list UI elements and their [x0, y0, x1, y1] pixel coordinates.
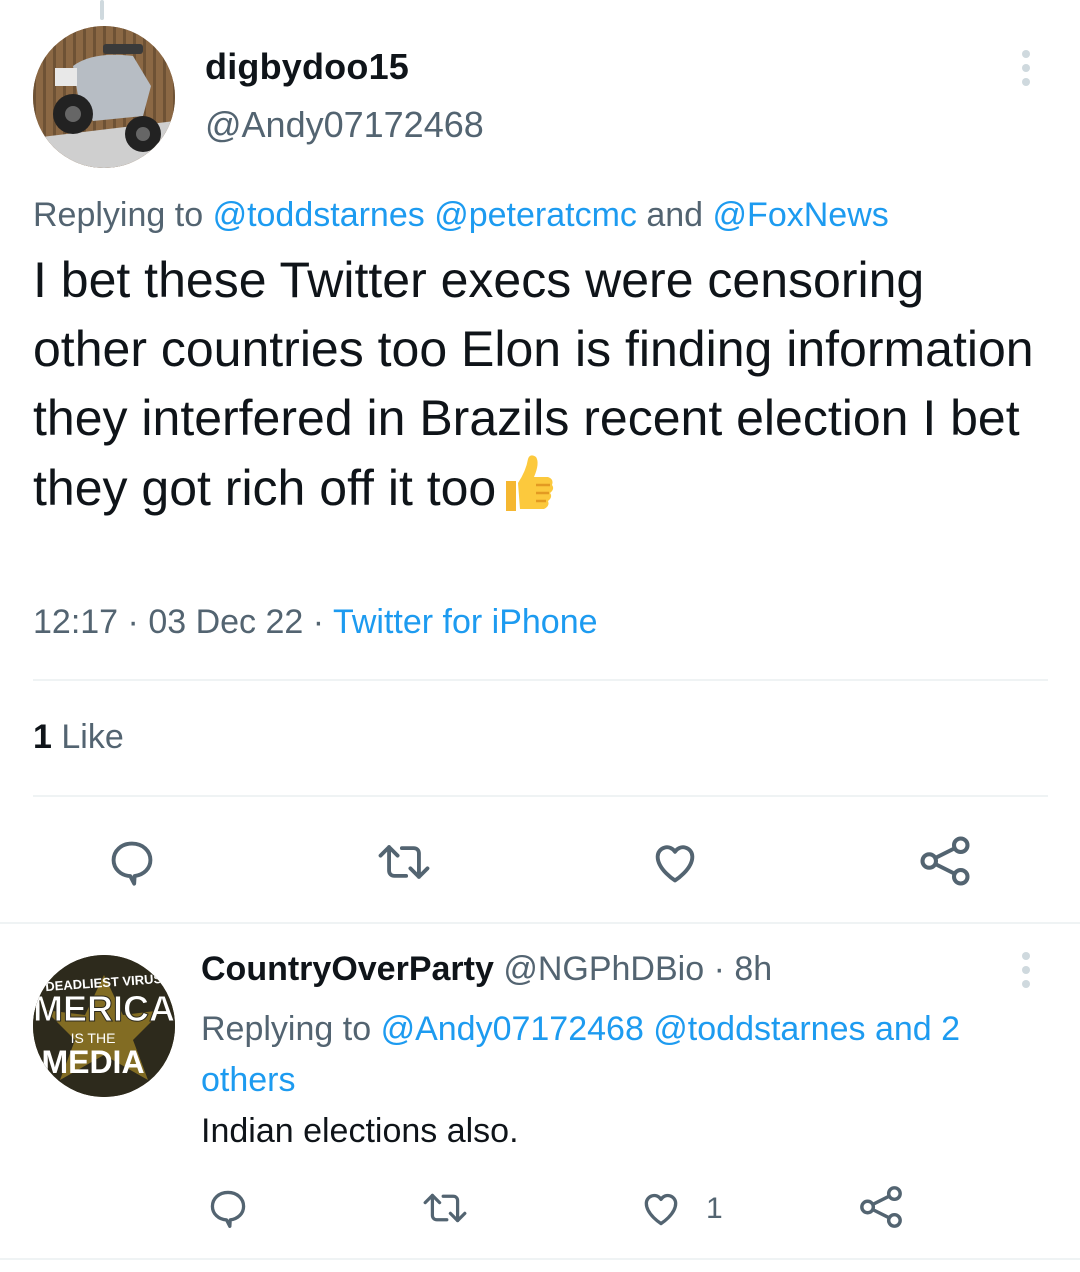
reply-like-count: 1: [706, 1192, 723, 1225]
mention-link[interactable]: @Andy07172468 @toddstarnes: [381, 1010, 866, 1048]
reply-icon[interactable]: [206, 1186, 250, 1230]
tweet-time: 12:17: [33, 603, 119, 641]
mention-link[interactable]: @toddstarnes: [213, 196, 425, 234]
avatar-text: MERICA: [33, 988, 175, 1029]
more-options-icon[interactable]: [1013, 950, 1039, 990]
divider: [0, 922, 1080, 924]
like-count: 1: [33, 718, 52, 756]
share-icon[interactable]: [858, 1184, 904, 1230]
reply-replying-to: Replying to @Andy07172468 @toddstarnes a…: [201, 1004, 1051, 1106]
like-icon[interactable]: [638, 1186, 684, 1230]
replying-and: and: [874, 1010, 932, 1048]
divider: [33, 679, 1048, 681]
separator: ·: [127, 603, 139, 641]
user-handle[interactable]: @Andy07172468: [205, 104, 484, 146]
reply-header: CountryOverParty @NGPhDBio · 8h: [201, 950, 772, 989]
reply-display-name[interactable]: CountryOverParty: [201, 950, 494, 988]
more-options-icon[interactable]: [1013, 48, 1039, 88]
like-icon[interactable]: [648, 836, 702, 888]
reply-handle[interactable]: @NGPhDBio: [503, 950, 704, 988]
replying-to: Replying to @toddstarnes @peteratcmc and…: [33, 196, 889, 235]
separator: ·: [312, 603, 325, 641]
mention-link[interactable]: @peteratcmc: [434, 196, 637, 234]
replying-and: and: [646, 196, 704, 234]
avatar-text: MEDIA: [41, 1044, 144, 1080]
tweet-meta: 12:17 · 03 Dec 22 · Twitter for iPhone: [33, 603, 598, 642]
share-icon[interactable]: [918, 834, 972, 888]
thread-connector: [100, 0, 104, 20]
reply-icon[interactable]: [106, 836, 158, 888]
tweet-source-link[interactable]: Twitter for iPhone: [333, 603, 598, 641]
replying-prefix: Replying to: [201, 1010, 372, 1048]
divider: [33, 795, 1048, 797]
divider: [0, 1258, 1080, 1260]
reply-age[interactable]: 8h: [734, 950, 772, 988]
avatar[interactable]: [33, 26, 175, 168]
display-name[interactable]: digbydoo15: [205, 46, 409, 88]
reply-avatar[interactable]: DEADLIEST VIRUS MERICA IS THE MEDIA: [33, 955, 175, 1097]
separator: ·: [713, 950, 725, 988]
tweet-text: I bet these Twitter execs were censoring…: [33, 246, 1043, 531]
thumbs-up-icon: [500, 453, 556, 531]
retweet-icon[interactable]: [418, 1186, 472, 1230]
replying-prefix: Replying to: [33, 196, 204, 234]
reply-text: Indian elections also.: [201, 1112, 519, 1150]
mention-link[interactable]: @FoxNews: [713, 196, 889, 234]
like-label: Like: [61, 718, 124, 756]
likes-summary[interactable]: 1 Like: [33, 718, 124, 757]
tweet-date: 03 Dec 22: [148, 603, 304, 641]
retweet-icon[interactable]: [372, 836, 436, 888]
